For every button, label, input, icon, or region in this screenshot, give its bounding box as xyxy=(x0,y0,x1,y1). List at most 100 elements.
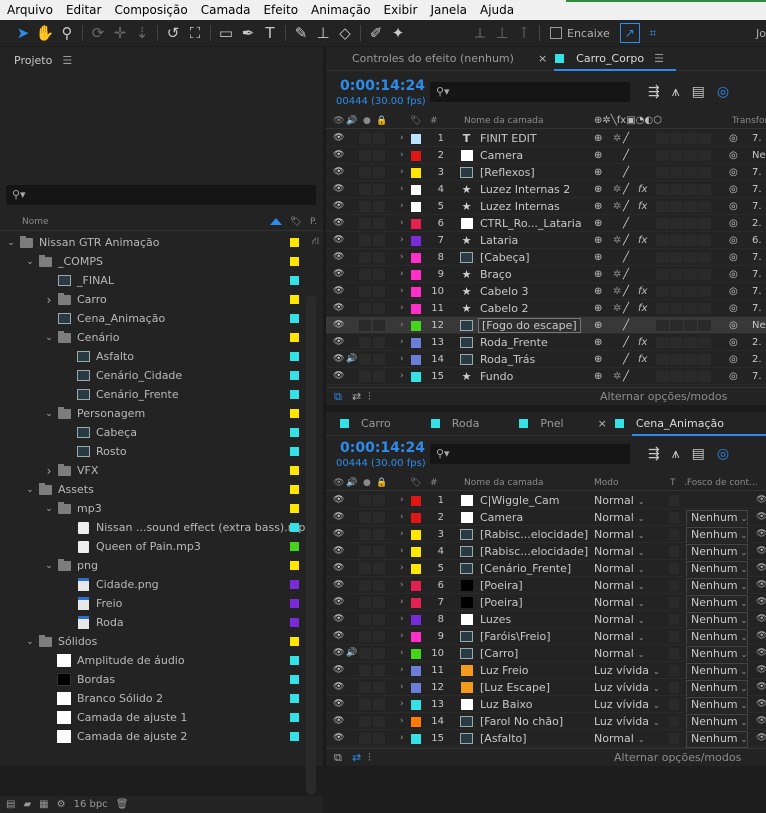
solo-toggle[interactable] xyxy=(359,269,371,280)
collapse-switch-icon[interactable]: ✲ xyxy=(613,300,621,317)
switch-box[interactable] xyxy=(670,252,683,263)
visibility-eye-icon[interactable]: 👁 xyxy=(333,130,344,147)
layer-name[interactable]: [Carro] xyxy=(480,645,518,662)
lock-toggle[interactable] xyxy=(373,665,385,676)
expand-down-icon[interactable]: ⌄ xyxy=(44,561,54,571)
switch-box[interactable] xyxy=(684,201,697,212)
project-item[interactable]: Cena_Animação xyxy=(0,309,323,328)
blend-mode-dropdown[interactable]: Normal ⌄ xyxy=(594,611,645,629)
expand-layer-icon[interactable]: › xyxy=(400,577,404,594)
dolly-camera-icon[interactable]: ⇣ xyxy=(131,22,153,44)
expand-layer-icon[interactable]: › xyxy=(400,594,404,611)
expand-layer-icon[interactable]: › xyxy=(400,147,404,164)
switch-box[interactable] xyxy=(670,337,683,348)
project-item[interactable]: Nissan ...sound effect (extra bass).mp3 xyxy=(0,518,323,537)
switch-box[interactable] xyxy=(698,201,711,212)
menu-animação[interactable]: Animação xyxy=(311,3,370,17)
render-time-icon[interactable]: ⧉ xyxy=(334,390,342,404)
visibility-eye-icon[interactable]: 👁 xyxy=(333,232,344,249)
expand-layer-icon[interactable]: › xyxy=(400,679,404,696)
tab-pnel[interactable]: Pnel xyxy=(513,417,564,430)
layer-name[interactable]: Roda_Frente xyxy=(480,334,548,351)
visibility-eye-icon[interactable]: 👁 xyxy=(333,492,344,509)
layer-label-swatch[interactable] xyxy=(411,513,421,523)
solo-toggle[interactable] xyxy=(359,580,371,591)
layer-label-swatch[interactable] xyxy=(411,168,421,178)
project-item[interactable]: ⌄ Assets xyxy=(0,480,323,499)
blend-mode-dropdown[interactable]: Normal ⌄ xyxy=(594,509,645,527)
column-eye-icon[interactable]: 👁 xyxy=(756,560,766,577)
fx-switch-icon[interactable]: fx xyxy=(638,198,647,215)
layer-label-swatch[interactable] xyxy=(411,134,421,144)
expand-layer-icon[interactable]: › xyxy=(400,368,404,385)
lock-toggle[interactable] xyxy=(373,563,385,574)
render-time-icon[interactable]: ⧉ xyxy=(334,751,342,765)
switch-box[interactable] xyxy=(684,337,697,348)
project-item[interactable]: Camada de ajuste 2 xyxy=(0,727,323,746)
switch-box[interactable] xyxy=(684,252,697,263)
preserve-transparency-toggle[interactable] xyxy=(669,648,679,659)
layer-name[interactable]: Camera xyxy=(480,147,523,164)
switch-box[interactable] xyxy=(656,286,669,297)
preserve-transparency-toggle[interactable] xyxy=(669,495,679,506)
track-matte-dropdown[interactable]: Nenhum ⌄ xyxy=(686,612,748,629)
lock-toggle[interactable] xyxy=(373,201,385,212)
column-eye-icon[interactable]: 👁 xyxy=(756,611,766,628)
lock-toggle[interactable] xyxy=(373,150,385,161)
tab-cena_animação[interactable]: × Cena_Animação xyxy=(598,417,724,430)
layer-label-swatch[interactable] xyxy=(411,598,421,608)
quality-switch-icon[interactable]: ╱ xyxy=(623,249,629,266)
layer-label-swatch[interactable] xyxy=(411,151,421,161)
parent-pickwhip-icon[interactable]: ◎ xyxy=(729,351,738,368)
settings-icon[interactable]: ⚙ xyxy=(57,799,66,810)
expand-layer-icon[interactable]: › xyxy=(400,300,404,317)
expand-layer-icon[interactable]: › xyxy=(400,164,404,181)
layer-name[interactable]: Luzez Internas 2 xyxy=(480,181,570,198)
eraser-tool-icon[interactable]: ◇ xyxy=(334,22,356,44)
visibility-eye-icon[interactable]: 👁 xyxy=(333,334,344,351)
new-comp-icon[interactable]: ▦ xyxy=(39,799,48,810)
graph-editor-icon[interactable]: ⫶ xyxy=(368,751,371,765)
project-item[interactable]: ⌄ Personagem xyxy=(0,404,323,423)
switch-box[interactable] xyxy=(684,133,697,144)
timeline-search-input[interactable]: ⚲▾ xyxy=(430,82,630,102)
menu-janela[interactable]: Janela xyxy=(430,3,467,17)
frame-blending-icon[interactable]: ▤ xyxy=(692,84,705,100)
menu-composição[interactable]: Composição xyxy=(114,3,187,17)
project-item[interactable]: Cidade.png xyxy=(0,575,323,594)
project-item[interactable]: Cenário_Frente xyxy=(0,385,323,404)
preserve-transparency-toggle[interactable] xyxy=(669,546,679,557)
label-color-swatch[interactable] xyxy=(290,295,299,304)
quality-switch-icon[interactable]: ╱ xyxy=(623,283,629,300)
stamp-tool-icon[interactable]: ⊥ xyxy=(312,22,334,44)
blend-mode-dropdown[interactable]: Normal ⌄ xyxy=(594,645,645,663)
switch-box[interactable] xyxy=(656,269,669,280)
layer-label-swatch[interactable] xyxy=(411,496,421,506)
layer-name[interactable]: [Fogo do escape] xyxy=(478,318,581,333)
visibility-eye-icon[interactable]: 👁 xyxy=(333,317,344,334)
layer-name[interactable]: Roda_Trás xyxy=(480,351,535,368)
expand-layer-icon[interactable]: › xyxy=(400,232,404,249)
layer-label-swatch[interactable] xyxy=(411,355,421,365)
switch-box[interactable] xyxy=(684,371,697,382)
visibility-eye-icon[interactable]: 👁 xyxy=(333,351,344,368)
type-tool-icon[interactable]: T xyxy=(259,22,281,44)
lock-toggle[interactable] xyxy=(373,286,385,297)
track-matte-dropdown[interactable]: Nenhum ⌄ xyxy=(686,731,748,748)
switch-box[interactable] xyxy=(656,133,669,144)
label-column-icon[interactable]: 🏷 xyxy=(290,213,301,231)
label-color-swatch[interactable] xyxy=(290,428,299,437)
column-eye-icon[interactable]: 👁 xyxy=(756,492,766,509)
quality-switch-icon[interactable]: ╱ xyxy=(623,147,629,164)
shy-switch-icon[interactable]: ⊕ xyxy=(594,266,602,283)
layer-row[interactable]: 👁 › 4 ★ Luzez Internas 2 ⊕ ✲ ╱ fx ◎ 7. xyxy=(326,181,766,198)
layer-label-swatch[interactable] xyxy=(411,185,421,195)
label-color-swatch[interactable] xyxy=(290,618,299,627)
visibility-eye-icon[interactable]: 👁 xyxy=(333,662,344,679)
switch-box[interactable] xyxy=(698,337,711,348)
project-item[interactable]: Camada de ajuste 1 xyxy=(0,708,323,727)
project-item[interactable]: Bordas xyxy=(0,670,323,689)
panel-menu-icon[interactable]: ☰ xyxy=(62,54,72,67)
visibility-eye-icon[interactable]: 👁 xyxy=(333,181,344,198)
expand-layer-icon[interactable]: › xyxy=(400,645,404,662)
